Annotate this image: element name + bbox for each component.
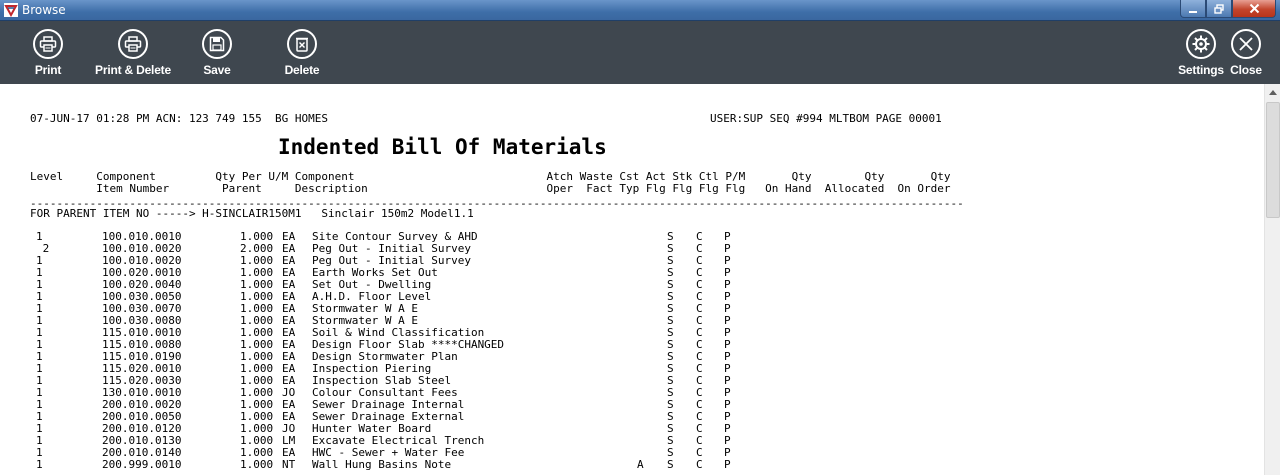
maximize-button[interactable] (1206, 0, 1232, 18)
close-label: Close (1230, 63, 1262, 77)
close-window-button[interactable] (1232, 0, 1276, 18)
cell-level: 1 (36, 458, 43, 471)
cell-act-flag: A (637, 458, 644, 471)
parent-item-line: FOR PARENT ITEM NO -----> H-SINCLAIR150M… (30, 207, 474, 220)
scrollbar-thumb[interactable] (1266, 102, 1280, 218)
print-button[interactable]: Print (31, 21, 65, 84)
delete-button[interactable]: Delete (284, 21, 320, 84)
close-icon (1249, 3, 1259, 14)
trash-icon (287, 29, 317, 59)
gear-icon (1186, 29, 1216, 59)
window-controls (1180, 0, 1276, 19)
scroll-up-arrow-icon[interactable] (1265, 84, 1280, 101)
minimize-button[interactable] (1180, 0, 1206, 18)
report-title: Indented Bill Of Materials (278, 135, 607, 159)
delete-label: Delete (284, 63, 320, 77)
vertical-scrollbar[interactable] (1264, 84, 1280, 475)
minimize-icon (1189, 10, 1197, 13)
close-icon (1231, 29, 1261, 59)
cell-stk-flag: S (667, 458, 674, 471)
settings-label: Settings (1178, 63, 1224, 77)
print-icon (118, 29, 148, 59)
save-button[interactable]: Save (200, 21, 234, 84)
save-icon (202, 29, 232, 59)
close-button[interactable]: Close (1228, 21, 1264, 84)
print-delete-button[interactable]: Print & Delete (93, 21, 173, 84)
report-header-right: USER:SUP SEQ #994 MLTBOM PAGE 00001 (710, 112, 942, 125)
app-logo-icon (4, 3, 18, 17)
settings-button[interactable]: Settings (1178, 21, 1224, 84)
print-delete-label: Print & Delete (95, 63, 171, 77)
cell-qty-per-parent: 1.000 (240, 458, 274, 471)
print-icon (33, 29, 63, 59)
cell-um: NT (282, 458, 296, 471)
cell-pm-flag: P (724, 458, 731, 471)
report-header-left: 07-JUN-17 01:28 PM ACN: 123 749 155 BG H… (30, 112, 329, 125)
print-label: Print (34, 63, 62, 77)
window-title: Browse (22, 3, 66, 17)
cell-item-number: 200.999.0010 (102, 458, 182, 471)
cell-ctl-flag: C (696, 458, 703, 471)
save-label: Save (203, 63, 231, 77)
column-headers-line-2: Item Number Parent Description Oper Fact… (30, 182, 951, 195)
cell-description: Wall Hung Basins Note (312, 458, 452, 471)
title-bar: Browse (0, 0, 1280, 21)
table-row: 1 200.999.0010 1.000 NT Wall Hung Basins Not… (0, 459, 1000, 471)
restore-icon (1214, 3, 1224, 14)
toolbar: Print Print & Delete Save Delete Setting… (0, 21, 1280, 84)
